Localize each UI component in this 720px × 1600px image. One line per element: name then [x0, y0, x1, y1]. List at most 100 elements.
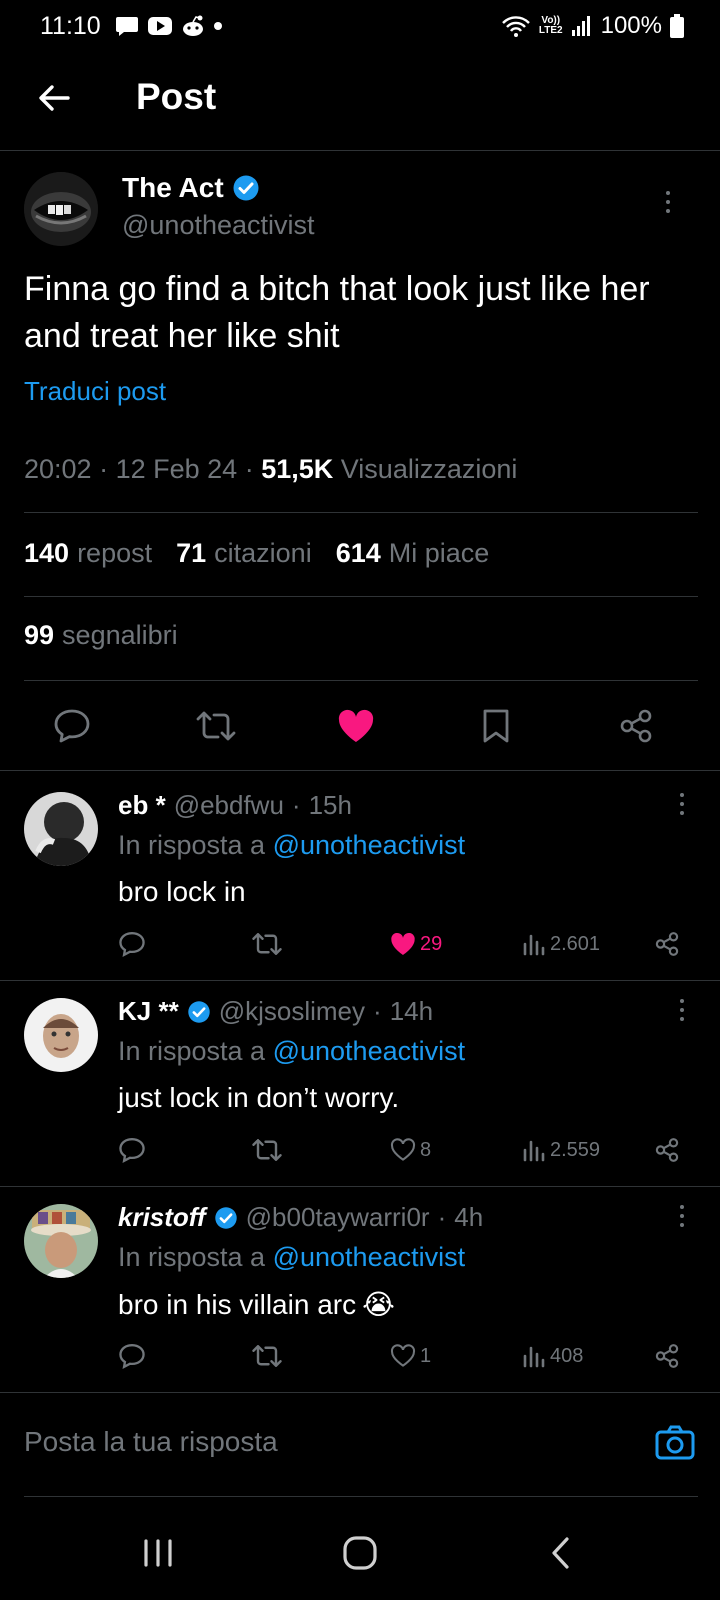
reply-text-content: just lock in don’t worry. [118, 1082, 400, 1113]
home-button[interactable] [335, 1528, 385, 1578]
reply-avatar[interactable] [24, 998, 98, 1072]
meta-separator: · [373, 996, 382, 1026]
more-dot-icon [666, 209, 670, 213]
wifi-icon [502, 16, 530, 37]
reply-avatar[interactable] [24, 1204, 98, 1278]
system-back-button[interactable] [536, 1528, 586, 1578]
recent-apps-button[interactable] [133, 1528, 183, 1578]
reply-to-mention[interactable]: @unotheactivist [273, 1036, 466, 1066]
engagement-stats: 140 repost 71 citazioni 614 Mi piace [24, 538, 489, 569]
bookmarks-stat[interactable]: 99 segnalibri [24, 620, 178, 651]
reply-like-button[interactable]: 29 [390, 924, 442, 964]
camera-icon [655, 1425, 695, 1460]
battery-percent: 100% [600, 12, 662, 39]
post-more-button[interactable] [658, 184, 678, 220]
more-dot-icon [680, 811, 684, 815]
reply-author-handle[interactable]: @b00taywarri0r [246, 1202, 430, 1233]
reply-context: In risposta a @unotheactivist [118, 1242, 465, 1273]
reply-reply-button[interactable] [118, 1336, 146, 1376]
recent-apps-icon [144, 1539, 172, 1567]
reply-item[interactable]: KJ ** @kjsoslimey · 14h In risposta a @u… [0, 980, 720, 1186]
reposts-count: 140 [24, 538, 70, 568]
analytics-icon [523, 934, 545, 956]
reply-like-button[interactable]: 8 [390, 1130, 431, 1170]
reply-header: eb * @ebdfwu · 15h [118, 790, 352, 821]
analytics-icon [523, 1346, 545, 1368]
reply-more-button[interactable] [672, 786, 692, 822]
heart-filled-icon [391, 932, 415, 955]
author-name-row[interactable]: The Act [122, 172, 260, 204]
reply-to-mention[interactable]: @unotheactivist [273, 1242, 466, 1272]
like-button[interactable] [334, 704, 378, 748]
back-button[interactable] [34, 78, 74, 118]
reply-text: bro in his villain arc 😭 [118, 1288, 395, 1321]
reply-author-name[interactable]: eb * [118, 790, 166, 821]
post-text: Finna go find a bitch that look just lik… [24, 270, 650, 355]
reply-composer[interactable]: Posta la tua risposta [24, 1414, 698, 1474]
reply-age: 14h [389, 996, 434, 1026]
reply-avatar-image [24, 792, 98, 866]
comment-icon [54, 709, 90, 743]
reply-reply-button[interactable] [118, 924, 146, 964]
post-time: 20:02 [24, 454, 92, 484]
share-icon [655, 1344, 679, 1368]
reply-to-prefix: In risposta a [118, 1036, 266, 1066]
heart-filled-icon [338, 709, 374, 742]
reply-to-mention[interactable]: @unotheactivist [273, 830, 466, 860]
repost-icon [196, 711, 236, 741]
share-icon [655, 1138, 679, 1162]
reply-author-handle[interactable]: @ebdfwu [174, 790, 284, 821]
bookmarks-divider [24, 680, 698, 681]
bookmark-button[interactable] [474, 704, 518, 748]
post-date: 12 Feb 24 [115, 454, 238, 484]
likes-stat[interactable]: 614 Mi piace [336, 538, 490, 569]
reposts-stat[interactable]: 140 repost [24, 538, 152, 569]
reply-share-button[interactable] [654, 1130, 680, 1170]
heart-outline-icon [391, 1138, 415, 1161]
reply-reply-button[interactable] [118, 1130, 146, 1170]
quotes-stat[interactable]: 71 citazioni [176, 538, 312, 569]
reply-share-button[interactable] [654, 1336, 680, 1376]
notification-icons [115, 15, 223, 37]
analytics-icon [523, 1140, 545, 1162]
views-label[interactable]: Visualizzazioni [341, 454, 518, 484]
reply-button[interactable] [50, 704, 94, 748]
reply-avatar[interactable] [24, 792, 98, 866]
translate-post-link[interactable]: Traduci post [24, 376, 166, 407]
reply-item[interactable]: eb * @ebdfwu · 15h In risposta a @unothe… [0, 770, 720, 980]
reply-views-button[interactable]: 408 [522, 1336, 583, 1376]
more-dot-icon [680, 1223, 684, 1227]
top-app-bar: Post [0, 60, 720, 142]
camera-button[interactable] [654, 1422, 696, 1464]
reply-more-button[interactable] [672, 992, 692, 1028]
reply-input[interactable]: Posta la tua risposta [24, 1426, 278, 1458]
reply-author-name[interactable]: kristoff [118, 1202, 206, 1233]
reply-repost-button[interactable] [252, 1336, 282, 1376]
likes-count: 614 [335, 538, 381, 568]
reply-like-button[interactable]: 1 [390, 1336, 431, 1376]
reply-text: bro lock in [118, 876, 246, 908]
reply-like-count: 1 [420, 1344, 432, 1367]
reply-item[interactable]: kristoff @b00taywarri0r · 4h In risposta… [0, 1186, 720, 1392]
reply-views-button[interactable]: 2.601 [522, 924, 600, 964]
reply-author-name[interactable]: KJ ** [118, 996, 179, 1027]
share-button[interactable] [614, 704, 658, 748]
reply-author-handle[interactable]: @kjsoslimey [219, 996, 365, 1027]
reply-views-button[interactable]: 2.559 [522, 1130, 600, 1170]
meta-divider [24, 512, 698, 513]
author-avatar[interactable] [24, 172, 98, 246]
reply-action-bar: 1 408 [0, 1336, 720, 1376]
verified-badge-icon [233, 175, 259, 201]
crying-face-emoji: 😭 [362, 1289, 395, 1320]
reply-more-button[interactable] [672, 1198, 692, 1234]
likes-label: Mi piace [388, 538, 490, 568]
repost-button[interactable] [194, 704, 238, 748]
reply-avatar-image [24, 1204, 98, 1278]
reply-repost-button[interactable] [252, 1130, 282, 1170]
page-title: Post [136, 76, 217, 117]
reply-share-button[interactable] [654, 924, 680, 964]
post-action-bar [0, 690, 720, 762]
reply-repost-button[interactable] [252, 924, 282, 964]
author-handle[interactable]: @unotheactivist [122, 210, 315, 241]
author-avatar-image [24, 172, 98, 246]
